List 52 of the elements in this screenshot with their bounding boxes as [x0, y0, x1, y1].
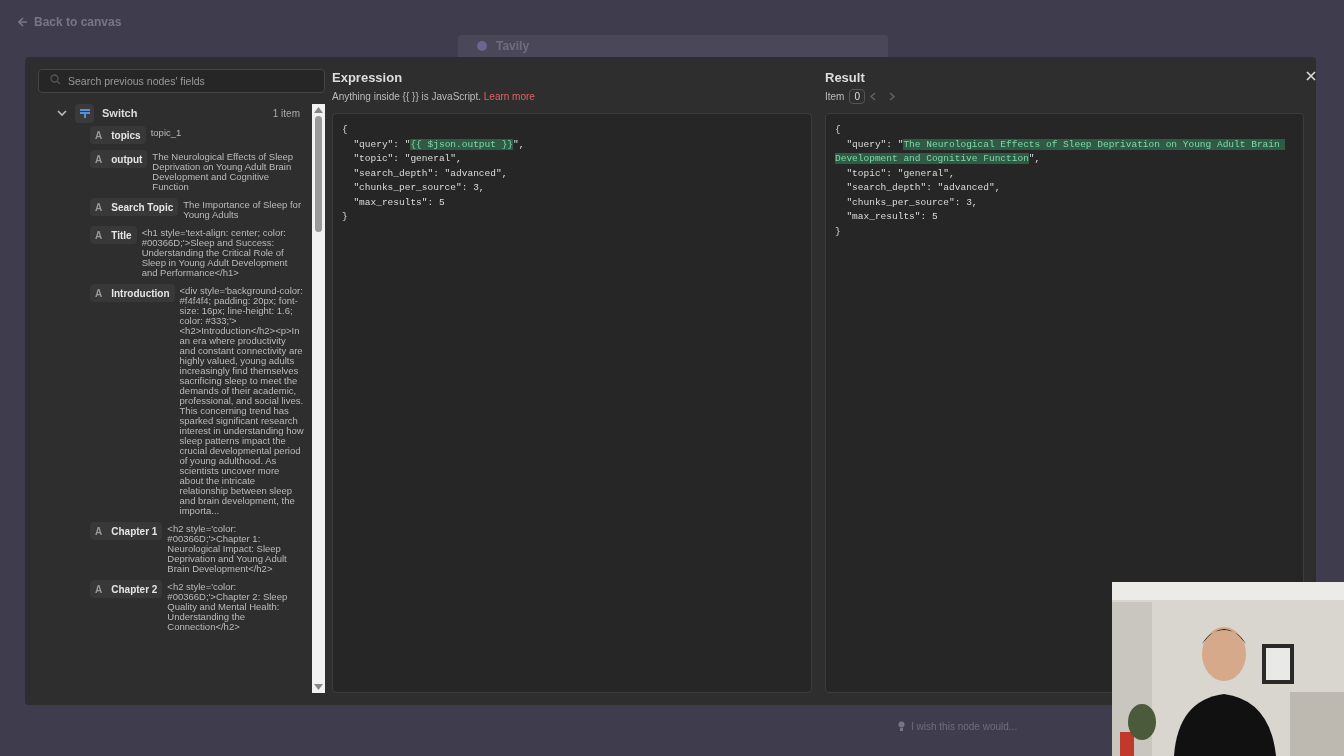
bulb-icon	[898, 721, 905, 731]
field-name: Chapter 1	[111, 524, 158, 539]
scrollbar[interactable]	[312, 104, 325, 693]
code-editor[interactable]: { "query": "{{ $json.output }}", "topic": "general", "search_depth": "advanced", "chunks_per_source": 3, "max_results": 5 }	[332, 113, 812, 693]
field-value: The Importance of Sleep for Young Adults	[183, 198, 303, 220]
type-icon: A	[95, 199, 103, 215]
field-name: output	[111, 152, 143, 167]
field-value: <div style='background-color: #f4f4f4; padding: 20px; font-size: 16px; line-height: 1.6; color: #333;'><h2>Introduction</h2><p>In an era where productivity and constant connectivity are highly valued, young adults increasingly find themselves sacrificing sleep to meet the demands of their academic, professional, and social lives. This concerning trend has sparked significant research interest in understanding how sleep patterns impact the crucial developmental period of young adulthood. As scientists uncover more about the intricate relationship between sleep and brain development, the importa...	[179, 284, 304, 516]
type-icon: A	[95, 285, 103, 301]
field-chip[interactable]: A output	[90, 150, 148, 168]
node-icon	[476, 40, 488, 52]
scroll-up-icon[interactable]	[314, 107, 323, 113]
field-name: Search Topic	[111, 200, 174, 215]
item-index-field[interactable]: 0	[849, 89, 865, 104]
type-icon: A	[95, 127, 103, 143]
field-chip[interactable]: A topics	[90, 126, 146, 144]
field-value: <h1 style='text-align: center; color: #00366D;'>Sleep and Success: Understanding the Critical Role of Sleep in Young Adult Development and Performance</h1>	[141, 226, 289, 278]
type-icon: A	[95, 151, 103, 167]
item-count: 1 item	[272, 106, 300, 121]
field-chip[interactable]: A Chapter 2	[90, 580, 163, 598]
field-chip[interactable]: A Title	[90, 226, 137, 244]
field-name: Introduction	[111, 286, 170, 301]
field-name: Chapter 2	[111, 582, 158, 597]
scroll-down-icon[interactable]	[314, 684, 323, 690]
field-name: Title	[111, 228, 132, 243]
field-value: topic_1	[150, 126, 182, 138]
type-icon: A	[95, 227, 103, 243]
learn-more-link[interactable]: Learn more	[483, 91, 535, 102]
code-editor[interactable]: { "query": "The Neurological Effects of Sleep Deprivation on Young Adult Brain Development and Cognitive Function", "topic": "general", "search_depth": "advanced", "chunks_per_source": 3, "max_results": 5 }	[825, 113, 1304, 693]
chevron-left-icon[interactable]	[870, 92, 876, 101]
search-icon	[50, 74, 61, 85]
panel-title: Result	[825, 70, 866, 86]
field-value: <h2 style='color: #00366D;'>Chapter 1: Neurological Impact: Sleep Deprivation and Young Adult Brain Development</h2>	[167, 522, 288, 574]
chevron-down-icon[interactable]	[57, 109, 67, 117]
search-field[interactable]: Search previous nodes' fields	[38, 69, 325, 93]
type-icon: A	[95, 581, 103, 597]
item-label: Item	[825, 90, 845, 104]
field-value: The Neurological Effects of Sleep Deprivation on Young Adult Brain Development and Cognitive Function	[152, 150, 295, 192]
type-icon: A	[95, 523, 103, 539]
switch-icon	[79, 108, 90, 118]
scroll-thumb[interactable]	[315, 116, 322, 232]
field-value: <h2 style='color: #00366D;'>Chapter 2: Sleep Quality and Mental Health: Understanding the Connection</h2>	[167, 580, 289, 632]
panel-title: Expression	[332, 70, 404, 86]
node-name: Switch	[102, 105, 138, 121]
arrow-left-icon	[18, 17, 28, 27]
field-chip[interactable]: A Chapter 1	[90, 522, 163, 540]
chevron-right-icon[interactable]	[889, 92, 895, 101]
field-chip[interactable]: A Search Topic	[90, 198, 179, 216]
field-name: topics	[111, 128, 141, 143]
close-icon[interactable]	[1306, 71, 1316, 81]
hint-text: Anything inside {{ }} is JavaScript. Learn more	[332, 90, 536, 104]
field-chip[interactable]: A Introduction	[90, 284, 175, 302]
